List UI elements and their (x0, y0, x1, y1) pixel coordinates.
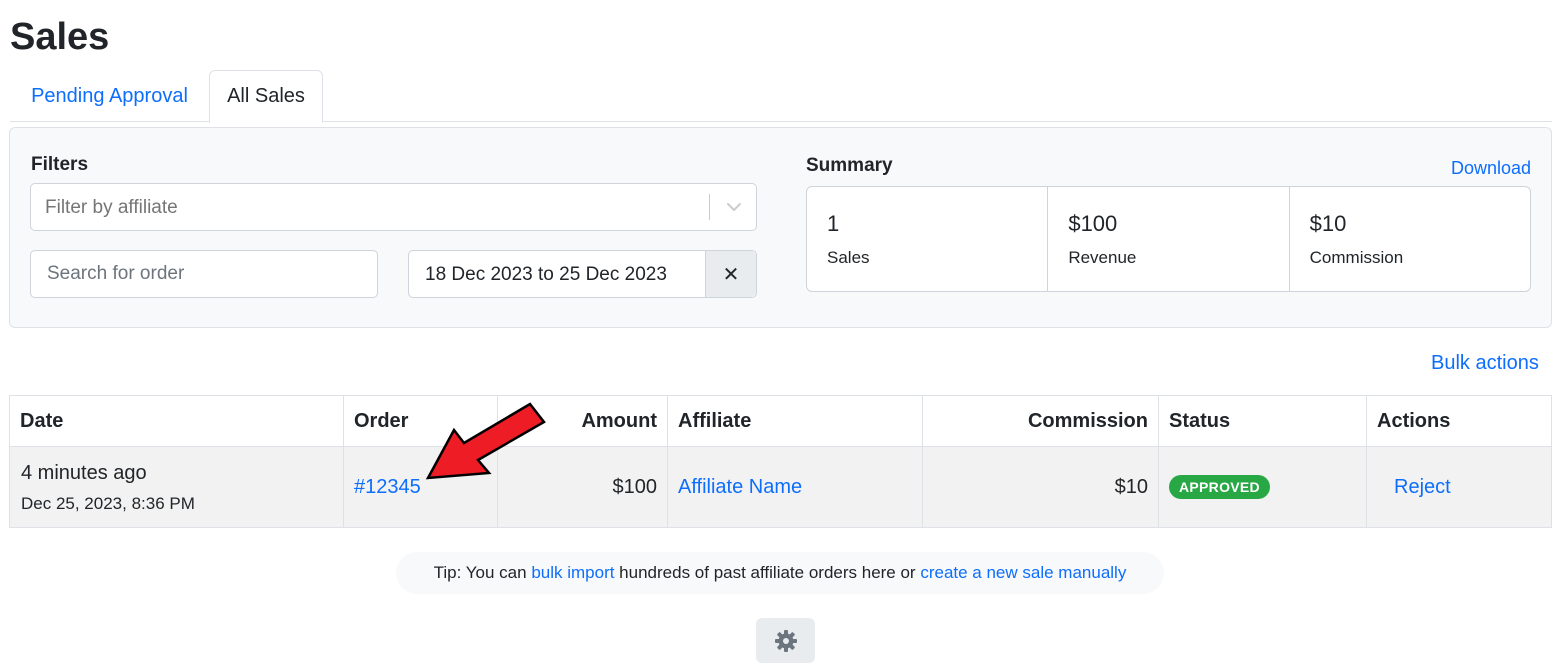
stat-value: $100 (1068, 211, 1118, 236)
column-header-actions: Actions (1367, 396, 1551, 447)
stat-label: Sales (827, 248, 870, 267)
settings-button[interactable] (756, 618, 815, 663)
stat-value: 1 (827, 211, 840, 236)
stat-label: Revenue (1068, 248, 1137, 267)
annotation-arrow (425, 402, 546, 480)
create-sale-link[interactable]: create a new sale manually (920, 563, 1126, 583)
column-date: Date 4 minutes ago Dec 25, 2023, 8:36 PM (10, 396, 344, 527)
summary-heading: Summary (806, 155, 893, 176)
cell-affiliate: Affiliate Name (668, 447, 922, 527)
filters-heading: Filters (31, 154, 89, 175)
close-icon: ✕ (722, 263, 740, 286)
gear-icon (774, 629, 797, 652)
date-relative: 4 minutes ago (21, 462, 147, 484)
page-title: Sales (10, 16, 110, 58)
filters-summary-panel: Filters Filter by affiliate 18 Dec 2023 … (9, 127, 1552, 328)
stat-label: Commission (1309, 248, 1404, 267)
column-affiliate: Affiliate Affiliate Name (668, 396, 923, 527)
cell-actions: Reject (1367, 447, 1551, 527)
column-header-date: Date (10, 396, 343, 447)
summary-stat-revenue: $100 Revenue (1048, 187, 1290, 291)
tab-bar: Pending Approval All Sales (10, 70, 1552, 123)
select-separator (709, 194, 710, 220)
summary-stat-sales: 1 Sales (807, 187, 1049, 291)
summary-stats: 1 Sales $100 Revenue $10 Commission (806, 186, 1531, 292)
tab-all-sales[interactable]: All Sales (209, 70, 323, 123)
column-header-status: Status (1159, 396, 1366, 447)
tip-middle: hundreds of past affiliate orders here o… (614, 563, 921, 582)
clear-date-button[interactable]: ✕ (705, 251, 756, 297)
tab-pending-approval[interactable]: Pending Approval (10, 70, 209, 122)
cell-status: APPROVED (1159, 447, 1366, 527)
affiliate-filter-select[interactable]: Filter by affiliate (30, 183, 757, 231)
date-range-value: 18 Dec 2023 to 25 Dec 2023 (425, 264, 667, 285)
download-link[interactable]: Download (1451, 158, 1531, 179)
bulk-import-link[interactable]: bulk import (531, 563, 614, 583)
affiliate-link[interactable]: Affiliate Name (678, 476, 802, 499)
column-status: Status APPROVED (1159, 396, 1367, 527)
date-absolute: Dec 25, 2023, 8:36 PM (21, 494, 195, 513)
chevron-down-icon[interactable] (723, 196, 745, 218)
sales-table: Date 4 minutes ago Dec 25, 2023, 8:36 PM… (9, 395, 1552, 528)
status-badge: APPROVED (1169, 475, 1270, 499)
column-commission: Commission $10 (923, 396, 1159, 527)
date-range-field[interactable]: 18 Dec 2023 to 25 Dec 2023 ✕ (408, 250, 757, 298)
column-header-commission: Commission (923, 396, 1158, 447)
column-actions: Actions Reject (1367, 396, 1551, 527)
summary-stat-commission: $10 Commission (1290, 187, 1530, 291)
cell-date: 4 minutes ago Dec 25, 2023, 8:36 PM (10, 447, 343, 527)
cell-commission: $10 (923, 447, 1158, 527)
tip-banner: Tip: You can bulk import hundreds of pas… (396, 552, 1164, 594)
reject-button[interactable]: Reject (1394, 476, 1451, 499)
stat-value: $10 (1309, 211, 1347, 236)
affiliate-filter-placeholder: Filter by affiliate (45, 197, 178, 218)
tip-prefix: Tip: You can (433, 563, 532, 582)
order-search-input[interactable] (30, 250, 378, 298)
column-header-affiliate: Affiliate (668, 396, 922, 447)
bulk-actions-link[interactable]: Bulk actions (1431, 352, 1539, 375)
